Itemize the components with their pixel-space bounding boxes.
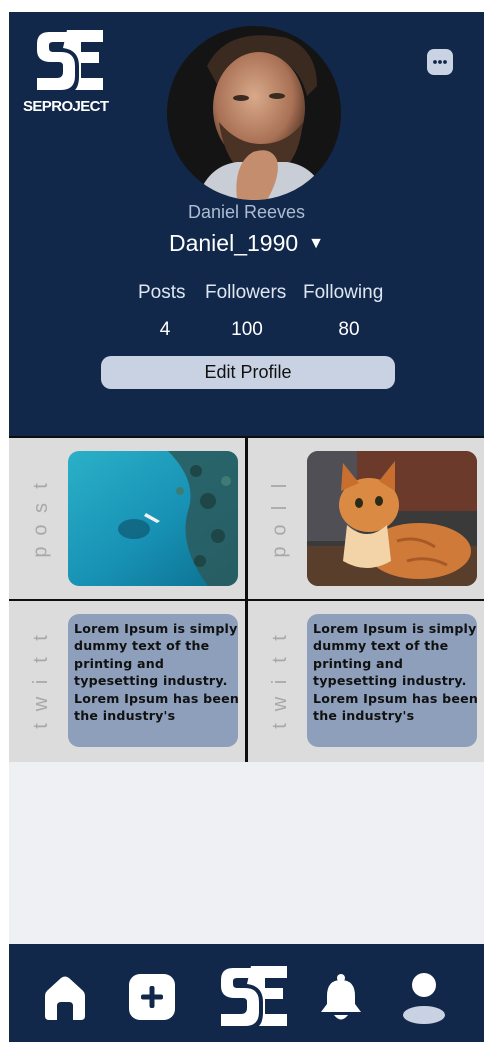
se-logo-mark bbox=[37, 30, 103, 90]
profile-screen: SEPROJECT Daniel Reeves Daniel_1990 ▼ Po… bbox=[9, 12, 484, 1042]
twitt-text: Lorem Ipsum is simply dummy text of the … bbox=[313, 621, 477, 724]
posts-grid: tsop l l o p t t i w t Lorem Ipsum is si… bbox=[9, 436, 484, 762]
avatar-photo bbox=[167, 26, 341, 200]
profile-avatar[interactable] bbox=[167, 26, 341, 200]
followers-count: 100 bbox=[231, 319, 263, 340]
edit-profile-button[interactable]: Edit Profile bbox=[101, 356, 395, 389]
side-label-twitt: ttiwt bbox=[268, 634, 291, 729]
grid-cell-post[interactable]: tsop bbox=[9, 438, 245, 599]
twitt-card[interactable]: Lorem Ipsum is simply dummy text of the … bbox=[68, 614, 238, 747]
se-logo-nav-icon[interactable] bbox=[215, 962, 291, 1030]
posts-label[interactable]: Posts bbox=[138, 282, 186, 304]
orange-cat-image bbox=[307, 451, 477, 586]
grid-cell-twitt[interactable]: ttiwt Lorem Ipsum is simply dummy text o… bbox=[248, 601, 484, 762]
bell-icon[interactable] bbox=[317, 972, 365, 1024]
home-icon[interactable] bbox=[39, 972, 91, 1024]
poll-image[interactable] bbox=[307, 451, 477, 586]
side-label-twitt: ttiwt bbox=[29, 634, 52, 729]
following-label[interactable]: Following bbox=[303, 282, 383, 304]
add-post-icon[interactable] bbox=[127, 972, 177, 1022]
followers-label[interactable]: Followers bbox=[205, 282, 286, 304]
twitt-text: Lorem Ipsum is simply dummy text of the … bbox=[74, 621, 238, 724]
caret-down-icon: ▼ bbox=[308, 235, 324, 252]
profile-header: SEPROJECT Daniel Reeves Daniel_1990 ▼ Po… bbox=[9, 12, 484, 436]
following-count: 80 bbox=[338, 319, 360, 340]
grid-cell-poll[interactable]: llop bbox=[248, 438, 484, 599]
bottom-navigation bbox=[9, 944, 484, 1042]
brand-text: SEPROJECT bbox=[23, 98, 109, 115]
se-project-logo[interactable]: SEPROJECT bbox=[23, 26, 131, 115]
username-switcher[interactable]: Daniel_1990 ▼ bbox=[9, 230, 484, 257]
aerial-sea-image bbox=[68, 451, 238, 586]
posts-count: 4 bbox=[159, 319, 171, 340]
side-label-post: tsop bbox=[30, 482, 52, 558]
profile-icon[interactable] bbox=[399, 970, 449, 1026]
side-label-poll: llop bbox=[268, 483, 291, 558]
post-image[interactable] bbox=[68, 451, 238, 586]
more-options-button[interactable] bbox=[427, 49, 453, 75]
grid-cell-twitt[interactable]: ttiwt Lorem Ipsum is simply dummy text o… bbox=[9, 601, 245, 762]
full-name: Daniel Reeves bbox=[187, 202, 306, 222]
more-dots-icon bbox=[433, 60, 447, 64]
username: Daniel_1990 bbox=[168, 230, 299, 256]
twitt-card[interactable]: Lorem Ipsum is simply dummy text of the … bbox=[307, 614, 477, 747]
